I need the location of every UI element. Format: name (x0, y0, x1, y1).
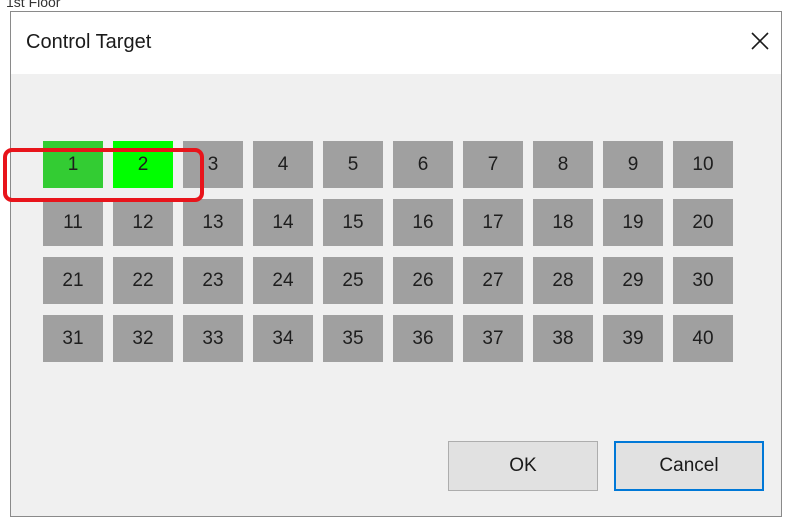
target-cell-23[interactable]: 23 (183, 257, 243, 304)
target-cell-39[interactable]: 39 (603, 315, 663, 362)
close-button[interactable] (745, 26, 775, 56)
target-cell-27[interactable]: 27 (463, 257, 523, 304)
target-cell-28[interactable]: 28 (533, 257, 593, 304)
background-window-text: 1st Floor (6, 0, 61, 10)
target-cell-36[interactable]: 36 (393, 315, 453, 362)
target-cell-5[interactable]: 5 (323, 141, 383, 188)
close-icon (745, 26, 775, 56)
target-cell-30[interactable]: 30 (673, 257, 733, 304)
target-cell-29[interactable]: 29 (603, 257, 663, 304)
target-cell-15[interactable]: 15 (323, 199, 383, 246)
target-cell-17[interactable]: 17 (463, 199, 523, 246)
target-cell-35[interactable]: 35 (323, 315, 383, 362)
target-cell-3[interactable]: 3 (183, 141, 243, 188)
ok-button[interactable]: OK (448, 441, 598, 491)
target-cell-7[interactable]: 7 (463, 141, 523, 188)
target-cell-16[interactable]: 16 (393, 199, 453, 246)
target-cell-32[interactable]: 32 (113, 315, 173, 362)
target-cell-18[interactable]: 18 (533, 199, 593, 246)
target-cell-9[interactable]: 9 (603, 141, 663, 188)
target-cell-8[interactable]: 8 (533, 141, 593, 188)
target-cell-20[interactable]: 20 (673, 199, 733, 246)
target-cell-19[interactable]: 19 (603, 199, 663, 246)
target-cell-38[interactable]: 38 (533, 315, 593, 362)
target-cell-26[interactable]: 26 (393, 257, 453, 304)
cancel-button[interactable]: Cancel (614, 441, 764, 491)
dialog-title: Control Target (26, 31, 152, 53)
target-cell-13[interactable]: 13 (183, 199, 243, 246)
target-cell-37[interactable]: 37 (463, 315, 523, 362)
target-cell-22[interactable]: 22 (113, 257, 173, 304)
target-cell-4[interactable]: 4 (253, 141, 313, 188)
target-cell-14[interactable]: 14 (253, 199, 313, 246)
target-cell-24[interactable]: 24 (253, 257, 313, 304)
target-cell-21[interactable]: 21 (43, 257, 103, 304)
target-cell-6[interactable]: 6 (393, 141, 453, 188)
target-cell-25[interactable]: 25 (323, 257, 383, 304)
target-cell-40[interactable]: 40 (673, 315, 733, 362)
target-grid: 1 2 3 4 5 6 7 8 9 10 11 12 13 14 15 16 17 18 19 20 21 22 23 24 2… (43, 141, 733, 362)
target-cell-31[interactable]: 31 (43, 315, 103, 362)
target-cell-10[interactable]: 10 (673, 141, 733, 188)
dialog-titlebar: Control Target (11, 12, 781, 74)
target-cell-12[interactable]: 12 (113, 199, 173, 246)
target-cell-2[interactable]: 2 (113, 141, 173, 188)
target-cell-11[interactable]: 11 (43, 199, 103, 246)
target-cell-33[interactable]: 33 (183, 315, 243, 362)
target-cell-1[interactable]: 1 (43, 141, 103, 188)
target-cell-34[interactable]: 34 (253, 315, 313, 362)
